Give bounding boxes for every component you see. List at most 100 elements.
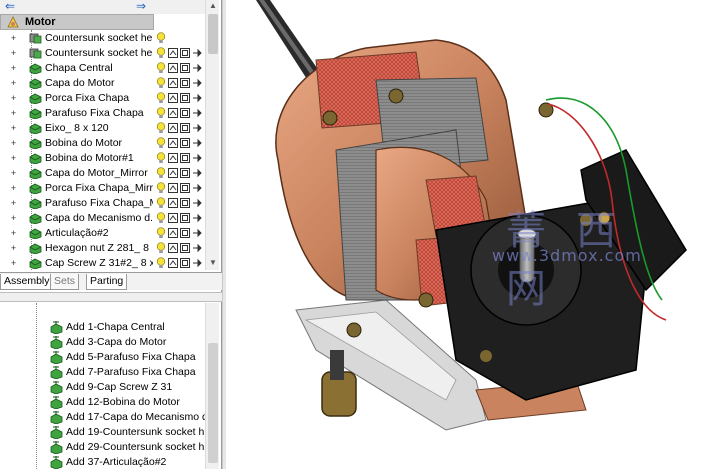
tree-row[interactable]: + Porca Fixa Chapa [0, 91, 210, 106]
tree-row[interactable]: + Chapa Central [0, 61, 210, 76]
pin-icon[interactable] [192, 48, 202, 58]
visibility-bulb-icon[interactable] [156, 152, 166, 164]
pin-icon[interactable] [192, 228, 202, 238]
scroll-up-icon[interactable]: ▲ [207, 0, 219, 12]
properties-icon[interactable] [168, 48, 178, 58]
properties-icon[interactable] [168, 213, 178, 223]
tree-row[interactable]: + Cap Screw Z 31#2_ 8 x 75 [0, 256, 210, 271]
tree-root-motor[interactable]: Motor [0, 14, 154, 30]
edit-icon[interactable] [180, 168, 190, 178]
pin-icon[interactable] [192, 78, 202, 88]
properties-icon[interactable] [168, 243, 178, 253]
edit-icon[interactable] [180, 78, 190, 88]
visibility-bulb-icon[interactable] [156, 212, 166, 224]
expand-icon[interactable]: + [9, 199, 18, 208]
visibility-bulb-icon[interactable] [156, 122, 166, 134]
pin-icon[interactable] [192, 138, 202, 148]
visibility-bulb-icon[interactable] [156, 137, 166, 149]
history-item[interactable]: Add 3-Capa do Motor [0, 335, 210, 350]
properties-icon[interactable] [168, 63, 178, 73]
tree-scroll-thumb[interactable] [208, 14, 218, 54]
edit-icon[interactable] [180, 93, 190, 103]
history-item[interactable]: Add 9-Cap Screw Z 31 [0, 380, 210, 395]
properties-icon[interactable] [168, 93, 178, 103]
history-scroll-thumb[interactable] [208, 343, 218, 463]
visibility-bulb-icon[interactable] [156, 107, 166, 119]
tree-scrollbar[interactable]: ▲ ▼ [205, 0, 219, 270]
visibility-bulb-icon[interactable] [156, 92, 166, 104]
history-item[interactable]: Add 17-Capa do Mecanismo d... [0, 410, 210, 425]
properties-icon[interactable] [168, 183, 178, 193]
properties-icon[interactable] [168, 108, 178, 118]
properties-icon[interactable] [168, 153, 178, 163]
pin-icon[interactable] [192, 243, 202, 253]
expand-icon[interactable]: + [9, 214, 18, 223]
pin-icon[interactable] [192, 258, 202, 268]
tree-row[interactable]: + Bobina do Motor#1 [0, 151, 210, 166]
tab-parting[interactable]: Parting [86, 274, 128, 290]
edit-icon[interactable] [180, 213, 190, 223]
expand-icon[interactable]: + [9, 259, 18, 268]
pin-icon[interactable] [192, 63, 202, 73]
edit-icon[interactable] [180, 153, 190, 163]
history-item[interactable]: Add 29-Countersunk socket h... [0, 440, 210, 455]
panel-divider[interactable] [0, 292, 222, 302]
edit-icon[interactable] [180, 198, 190, 208]
edit-icon[interactable] [180, 243, 190, 253]
history-item[interactable]: Add 37-Articulação#2 [0, 455, 210, 469]
history-item[interactable]: Add 5-Parafuso Fixa Chapa [0, 350, 210, 365]
visibility-bulb-icon[interactable] [156, 167, 166, 179]
arrow-right-icon[interactable]: ⇒ [134, 0, 148, 13]
expand-icon[interactable]: + [9, 64, 18, 73]
tree-row[interactable]: + Countersunk socket he... [0, 31, 210, 46]
tab-assembly[interactable]: Assembly [0, 274, 54, 290]
properties-icon[interactable] [168, 198, 178, 208]
tree-row[interactable]: + Capa do Motor_Mirror [0, 166, 210, 181]
history-item[interactable]: Add 19-Countersunk socket h... [0, 425, 210, 440]
tree-row[interactable]: + Hexagon nut Z 281_ 8 [0, 241, 210, 256]
visibility-bulb-icon[interactable] [156, 32, 166, 44]
visibility-bulb-icon[interactable] [156, 242, 166, 254]
properties-icon[interactable] [168, 228, 178, 238]
pin-icon[interactable] [192, 168, 202, 178]
expand-icon[interactable]: + [9, 94, 18, 103]
pin-icon[interactable] [192, 108, 202, 118]
pin-icon[interactable] [192, 198, 202, 208]
tree-row[interactable]: + Eixo_ 8 x 120 [0, 121, 210, 136]
expand-icon[interactable]: + [9, 154, 18, 163]
scroll-down-icon[interactable]: ▼ [207, 257, 219, 269]
visibility-bulb-icon[interactable] [156, 62, 166, 74]
edit-icon[interactable] [180, 48, 190, 58]
tree-row[interactable]: + Porca Fixa Chapa_Mirror [0, 181, 210, 196]
visibility-bulb-icon[interactable] [156, 47, 166, 59]
properties-icon[interactable] [168, 138, 178, 148]
edit-icon[interactable] [180, 123, 190, 133]
history-item[interactable]: Add 1-Chapa Central [0, 320, 210, 335]
properties-icon[interactable] [168, 258, 178, 268]
history-scrollbar[interactable] [205, 303, 219, 469]
3d-viewport[interactable]: 菁西网 www.3dmox.com [226, 0, 704, 469]
expand-icon[interactable]: + [9, 244, 18, 253]
tree-row[interactable]: + Parafuso Fixa Chapa [0, 106, 210, 121]
visibility-bulb-icon[interactable] [156, 227, 166, 239]
properties-icon[interactable] [168, 168, 178, 178]
edit-icon[interactable] [180, 228, 190, 238]
history-item[interactable]: Add 7-Parafuso Fixa Chapa [0, 365, 210, 380]
pin-icon[interactable] [192, 93, 202, 103]
edit-icon[interactable] [180, 258, 190, 268]
expand-icon[interactable]: + [9, 139, 18, 148]
pin-icon[interactable] [192, 213, 202, 223]
properties-icon[interactable] [168, 78, 178, 88]
edit-icon[interactable] [180, 63, 190, 73]
expand-icon[interactable]: + [9, 109, 18, 118]
edit-icon[interactable] [180, 183, 190, 193]
pin-icon[interactable] [192, 183, 202, 193]
pin-icon[interactable] [192, 153, 202, 163]
edit-icon[interactable] [180, 138, 190, 148]
tree-row[interactable]: + Capa do Motor [0, 76, 210, 91]
visibility-bulb-icon[interactable] [156, 257, 166, 269]
tree-row[interactable]: + Bobina do Motor [0, 136, 210, 151]
tree-row[interactable]: + Parafuso Fixa Chapa_M... [0, 196, 210, 211]
visibility-bulb-icon[interactable] [156, 197, 166, 209]
visibility-bulb-icon[interactable] [156, 77, 166, 89]
